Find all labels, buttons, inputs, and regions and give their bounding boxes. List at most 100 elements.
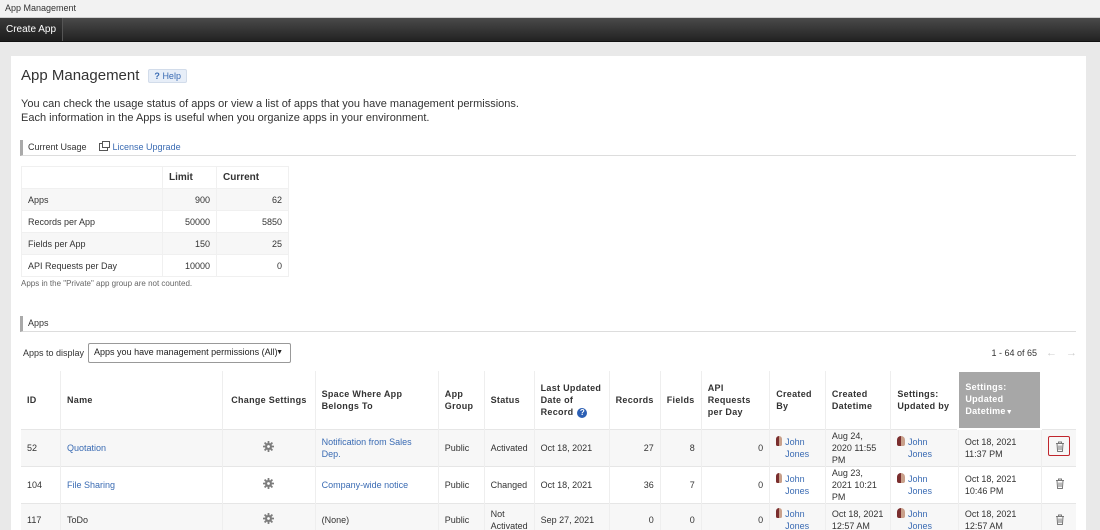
question-icon[interactable]: ?: [577, 407, 588, 418]
usage-current: 25: [216, 232, 289, 255]
sort-desc-icon: ▼: [1005, 409, 1013, 416]
table-row: 104 File Sharing Company-wide notice Pub…: [21, 465, 1076, 503]
cell-created-datetime: Aug 24, 2020 11:55 PM: [824, 428, 891, 466]
app-name-link[interactable]: File Sharing: [67, 480, 115, 490]
avatar-icon: [897, 508, 905, 519]
description-line-1: You can check the usage status of apps o…: [21, 98, 519, 110]
create-app-button[interactable]: Create App: [0, 18, 64, 41]
usage-table: Limit Current Apps 900 62 Records per Ap…: [21, 166, 289, 277]
col-last-updated-label: Last Updated Date of Record: [540, 382, 602, 417]
trash-icon: [1055, 478, 1064, 489]
cell-name: File Sharing: [59, 465, 223, 503]
cell-created-by: John Jones: [769, 465, 826, 503]
col-api-requests[interactable]: API Requests per Day: [700, 371, 770, 429]
cell-status: Not Activated: [483, 502, 535, 530]
col-fields[interactable]: Fields: [659, 371, 702, 429]
created-by-link[interactable]: John Jones: [785, 508, 819, 530]
usage-limit: 10000: [162, 254, 217, 277]
usage-col-limit: Limit: [162, 166, 217, 189]
usage-row: Records per App 50000 5850: [21, 210, 289, 233]
cell-name: ToDo: [59, 502, 223, 530]
cell-records: 0: [608, 502, 661, 530]
col-actions: [1040, 371, 1076, 429]
usage-row: Fields per App 150 25: [21, 232, 289, 255]
toolbar: Create App: [0, 18, 1100, 42]
table-row: 52 Quotation Notification from Sales Dep…: [21, 428, 1076, 466]
col-id[interactable]: ID: [21, 371, 60, 429]
created-by-link[interactable]: John Jones: [785, 436, 819, 460]
usage-row: Apps 900 62: [21, 188, 289, 211]
cell-id: 117: [21, 502, 61, 530]
table-row: 117 ToDo (None) Public Not Activated Sep…: [21, 502, 1076, 530]
col-last-updated[interactable]: Last Updated Date of Record?: [533, 371, 610, 429]
col-created-datetime[interactable]: Created Datetime: [824, 371, 891, 429]
cell-id: 52: [21, 428, 61, 466]
help-button[interactable]: ? Help: [148, 68, 187, 83]
usage-label: Apps: [21, 188, 163, 211]
space-link[interactable]: Company-wide notice: [322, 480, 409, 490]
prev-page-arrow-icon[interactable]: ←: [1046, 347, 1057, 359]
help-label: Help: [162, 70, 181, 81]
delete-app-button[interactable]: [1048, 509, 1070, 529]
col-app-group[interactable]: App Group: [437, 371, 485, 429]
usage-current: 0: [216, 254, 289, 277]
col-name[interactable]: Name: [59, 371, 223, 429]
usage-row: API Requests per Day 10000 0: [21, 254, 289, 277]
cell-api-requests: 0: [700, 465, 770, 503]
license-upgrade-link[interactable]: License Upgrade: [98, 140, 181, 154]
apps-filter: Apps to display Apps you have management…: [23, 343, 292, 363]
created-by-link[interactable]: John Jones: [785, 473, 819, 497]
apps-to-display-select[interactable]: Apps you have management permissions (Al…: [88, 343, 292, 363]
usage-col-item: [21, 166, 163, 189]
cell-api-requests: 0: [700, 428, 770, 466]
cell-settings-updated-datetime: Oct 18, 2021 11:37 PM: [957, 428, 1042, 466]
col-space[interactable]: Space Where App Belongs To: [314, 371, 439, 429]
filter-selected-value: Apps you have management permissions (Al…: [94, 347, 278, 357]
col-settings-updated-datetime[interactable]: Settings: Updated Datetime▼: [957, 370, 1043, 430]
gear-icon[interactable]: [263, 440, 275, 452]
cell-space: Notification from Sales Dep.: [314, 428, 439, 466]
gear-icon[interactable]: [263, 513, 275, 525]
cell-app-group: Public: [437, 502, 485, 530]
delete-app-button[interactable]: [1047, 436, 1070, 456]
license-upgrade-label: License Upgrade: [112, 142, 181, 152]
col-status[interactable]: Status: [483, 371, 535, 429]
avatar-icon: [776, 508, 783, 519]
cell-fields: 7: [659, 465, 702, 503]
apps-header-row: ID Name Change Settings Space Where App …: [21, 370, 1076, 430]
usage-label: Fields per App: [21, 232, 163, 255]
col-created-by[interactable]: Created By: [769, 371, 826, 429]
current-usage-title: Current Usage: [28, 142, 87, 152]
cell-settings-updated-datetime: Oct 18, 2021 10:46 PM: [957, 465, 1042, 503]
cell-id: 104: [21, 465, 61, 503]
app-name-link[interactable]: Quotation: [67, 443, 106, 453]
cell-created-by: John Jones: [769, 428, 826, 466]
cell-created-datetime: Aug 23, 2021 10:21 PM: [824, 465, 891, 503]
next-page-arrow-icon[interactable]: →: [1066, 347, 1077, 359]
updated-by-link[interactable]: John Jones: [908, 473, 952, 497]
window-icon: [98, 141, 110, 151]
current-usage-section-header: Current Usage License Upgrade: [20, 140, 1076, 156]
col-records[interactable]: Records: [608, 371, 661, 429]
page-header: App Management ? Help: [21, 67, 187, 84]
delete-app-button[interactable]: [1048, 473, 1070, 493]
col-settings-updated-by[interactable]: Settings: Updated by: [890, 371, 959, 429]
cell-name: Quotation: [59, 428, 223, 466]
cell-change-settings: [222, 502, 316, 530]
updated-by-link[interactable]: John Jones: [908, 436, 952, 460]
avatar-icon: [776, 435, 783, 446]
usage-label: Records per App: [21, 210, 163, 233]
cell-settings-updated-by: John Jones: [890, 502, 959, 530]
updated-by-link[interactable]: John Jones: [908, 508, 952, 530]
question-icon: ?: [154, 70, 160, 81]
cell-created-datetime: Oct 18, 2021 12:57 AM: [824, 502, 891, 530]
space-link[interactable]: Notification from Sales Dep.: [322, 437, 412, 459]
usage-label: API Requests per Day: [21, 254, 163, 277]
usage-limit: 50000: [162, 210, 217, 233]
gear-icon[interactable]: [263, 477, 275, 489]
filter-label: Apps to display: [23, 348, 85, 358]
chevron-down-icon: ▼: [276, 349, 284, 356]
cell-actions: [1040, 502, 1076, 530]
cell-settings-updated-datetime: Oct 18, 2021 12:57 AM: [957, 502, 1042, 530]
cell-change-settings: [222, 428, 316, 466]
